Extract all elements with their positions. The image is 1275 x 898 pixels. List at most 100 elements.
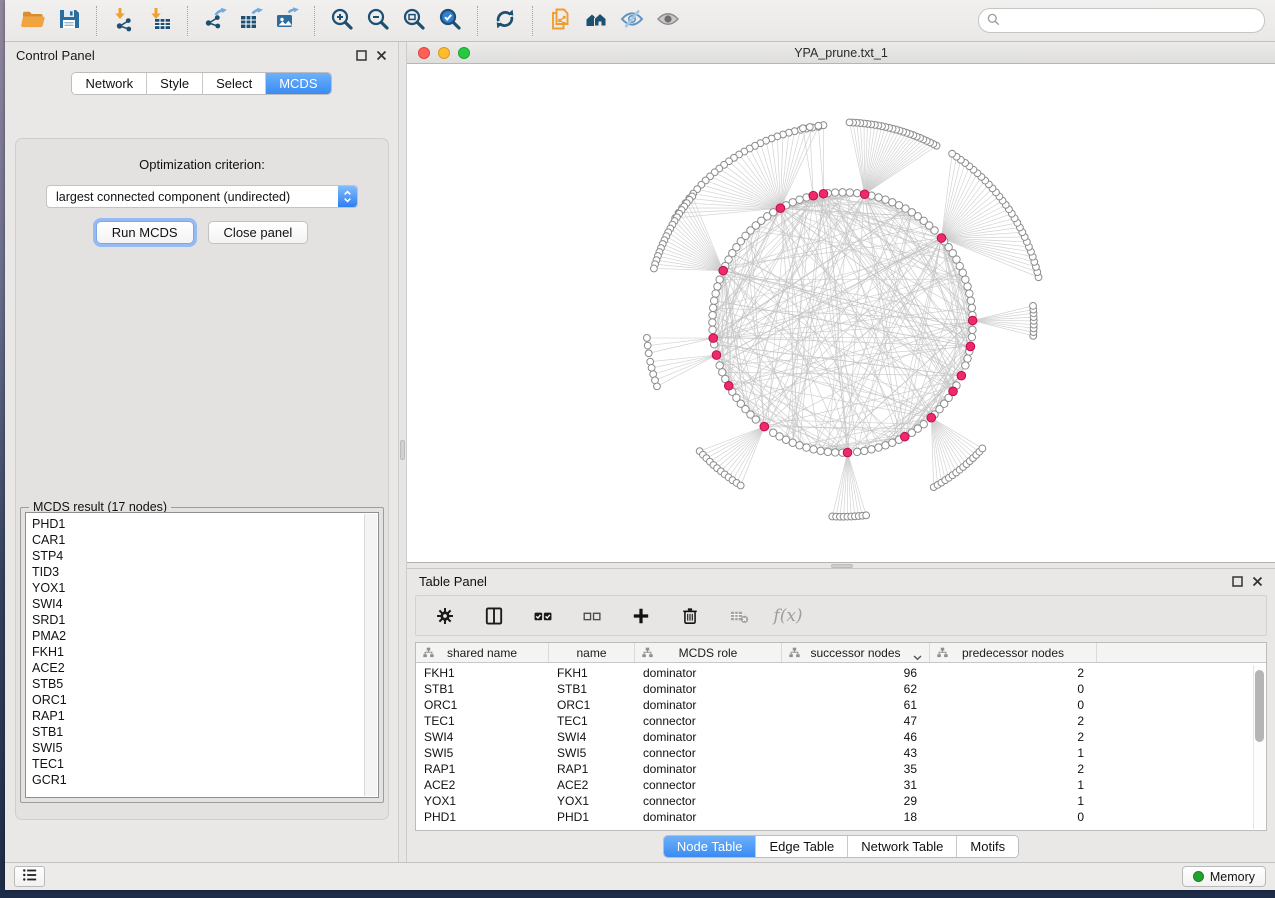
graph-node[interactable] bbox=[796, 442, 803, 449]
search-field[interactable] bbox=[978, 8, 1265, 33]
float-panel-icon[interactable] bbox=[356, 50, 367, 61]
graph-node[interactable] bbox=[824, 448, 831, 455]
graph-node-mcds[interactable] bbox=[776, 204, 785, 213]
table-row[interactable]: TEC1TEC1connector472 bbox=[416, 713, 1266, 729]
graph-node[interactable] bbox=[789, 439, 796, 446]
graph-node-mcds[interactable] bbox=[949, 387, 958, 396]
cell-predecessor_nodes[interactable]: 0 bbox=[930, 810, 1097, 824]
splitter-handle[interactable] bbox=[831, 564, 853, 568]
cell-successor_nodes[interactable]: 46 bbox=[782, 730, 930, 744]
memory-button[interactable]: Memory bbox=[1182, 866, 1266, 887]
vertical-splitter[interactable] bbox=[398, 42, 407, 862]
graph-node-mcds[interactable] bbox=[927, 413, 936, 422]
cell-successor_nodes[interactable]: 96 bbox=[782, 666, 930, 680]
graph-node[interactable] bbox=[645, 350, 652, 357]
float-panel-icon[interactable] bbox=[1232, 576, 1243, 587]
graph-node-mcds[interactable] bbox=[968, 316, 977, 325]
graph-node[interactable] bbox=[964, 283, 971, 290]
export-network-button[interactable] bbox=[197, 4, 233, 38]
graph-node[interactable] bbox=[920, 421, 927, 428]
graph-node[interactable] bbox=[710, 297, 717, 304]
cell-shared_name[interactable]: STB1 bbox=[416, 682, 549, 696]
splitter-handle[interactable] bbox=[400, 440, 405, 460]
show-all-button[interactable] bbox=[650, 4, 686, 38]
graph-node[interactable] bbox=[643, 335, 650, 342]
table-row[interactable]: ORC1ORC1dominator610 bbox=[416, 697, 1266, 713]
cell-predecessor_nodes[interactable]: 1 bbox=[930, 794, 1097, 808]
table-row[interactable]: SWI5SWI5connector431 bbox=[416, 745, 1266, 761]
graph-node-mcds[interactable] bbox=[760, 422, 769, 431]
graph-node[interactable] bbox=[846, 119, 853, 126]
cell-mcds_role[interactable]: dominator bbox=[635, 698, 782, 712]
tab-network-table[interactable]: Network Table bbox=[847, 836, 956, 857]
graph-node[interactable] bbox=[709, 326, 716, 333]
mcds-result-item[interactable]: PHD1 bbox=[32, 516, 378, 532]
mcds-result-item[interactable]: YOX1 bbox=[32, 580, 378, 596]
graph-node[interactable] bbox=[889, 199, 896, 206]
delete-table-icon[interactable] bbox=[727, 604, 751, 628]
cell-mcds_role[interactable]: connector bbox=[635, 746, 782, 760]
cell-name[interactable]: FKH1 bbox=[549, 666, 635, 680]
mcds-result-item[interactable]: SRD1 bbox=[32, 612, 378, 628]
graph-node[interactable] bbox=[654, 383, 661, 390]
graph-node[interactable] bbox=[853, 448, 860, 455]
import-network-button[interactable] bbox=[106, 4, 142, 38]
graph-node[interactable] bbox=[962, 362, 969, 369]
cell-name[interactable]: ORC1 bbox=[549, 698, 635, 712]
cell-successor_nodes[interactable]: 35 bbox=[782, 762, 930, 776]
column-header-shared_name[interactable]: shared name bbox=[416, 643, 549, 662]
task-history-button[interactable] bbox=[14, 866, 45, 887]
graph-node[interactable] bbox=[709, 319, 716, 326]
cell-shared_name[interactable]: ORC1 bbox=[416, 698, 549, 712]
cell-mcds_role[interactable]: dominator bbox=[635, 682, 782, 696]
cell-predecessor_nodes[interactable]: 2 bbox=[930, 730, 1097, 744]
table-row[interactable]: SWI4SWI4dominator462 bbox=[416, 729, 1266, 745]
graph-node-mcds[interactable] bbox=[709, 334, 718, 343]
mcds-result-item[interactable]: STP4 bbox=[32, 548, 378, 564]
tab-node-table[interactable]: Node Table bbox=[664, 836, 756, 857]
mcds-result-item[interactable]: FKH1 bbox=[32, 644, 378, 660]
cell-predecessor_nodes[interactable]: 2 bbox=[930, 666, 1097, 680]
run-mcds-button[interactable]: Run MCDS bbox=[96, 221, 194, 244]
save-session-button[interactable] bbox=[51, 4, 87, 38]
graph-node-mcds[interactable] bbox=[957, 371, 966, 380]
graph-node[interactable] bbox=[647, 358, 654, 365]
tab-select[interactable]: Select bbox=[202, 73, 265, 94]
column-selector-icon[interactable] bbox=[482, 604, 506, 628]
graph-node[interactable] bbox=[716, 276, 723, 283]
function-builder-icon[interactable]: f(x) bbox=[776, 604, 800, 628]
graph-node[interactable] bbox=[800, 125, 807, 132]
table-scrollbar[interactable] bbox=[1253, 665, 1265, 829]
graph-node[interactable] bbox=[712, 290, 719, 297]
zoom-out-button[interactable] bbox=[360, 4, 396, 38]
graph-node[interactable] bbox=[796, 196, 803, 203]
graph-node[interactable] bbox=[810, 446, 817, 453]
graph-node[interactable] bbox=[650, 265, 657, 272]
hide-selected-button[interactable] bbox=[614, 4, 650, 38]
table-row[interactable]: ACE2ACE2connector311 bbox=[416, 777, 1266, 793]
close-panel-icon[interactable] bbox=[1252, 576, 1263, 587]
cell-name[interactable]: ACE2 bbox=[549, 778, 635, 792]
graph-node[interactable] bbox=[964, 355, 971, 362]
graph-node[interactable] bbox=[709, 304, 716, 311]
mcds-result-item[interactable]: PMA2 bbox=[32, 628, 378, 644]
table-row[interactable]: RAP1RAP1dominator352 bbox=[416, 761, 1266, 777]
graph-node[interactable] bbox=[868, 446, 875, 453]
cell-shared_name[interactable]: YOX1 bbox=[416, 794, 549, 808]
graph-node[interactable] bbox=[817, 447, 824, 454]
column-header-mcds_role[interactable]: MCDS role bbox=[635, 643, 782, 662]
cell-predecessor_nodes[interactable]: 0 bbox=[930, 682, 1097, 696]
table-row[interactable]: STB1STB1dominator620 bbox=[416, 681, 1266, 697]
graph-node[interactable] bbox=[863, 512, 870, 519]
graph-node-mcds[interactable] bbox=[937, 234, 946, 243]
graph-node[interactable] bbox=[831, 189, 838, 196]
column-header-successor_nodes[interactable]: successor nodes bbox=[782, 643, 930, 662]
maximize-window-icon[interactable] bbox=[458, 47, 470, 59]
graph-node-mcds[interactable] bbox=[860, 190, 869, 199]
cell-shared_name[interactable]: RAP1 bbox=[416, 762, 549, 776]
cell-successor_nodes[interactable]: 47 bbox=[782, 714, 930, 728]
cell-mcds_role[interactable]: connector bbox=[635, 714, 782, 728]
graph-node[interactable] bbox=[815, 122, 822, 129]
graph-node[interactable] bbox=[714, 283, 721, 290]
cell-name[interactable]: SWI4 bbox=[549, 730, 635, 744]
